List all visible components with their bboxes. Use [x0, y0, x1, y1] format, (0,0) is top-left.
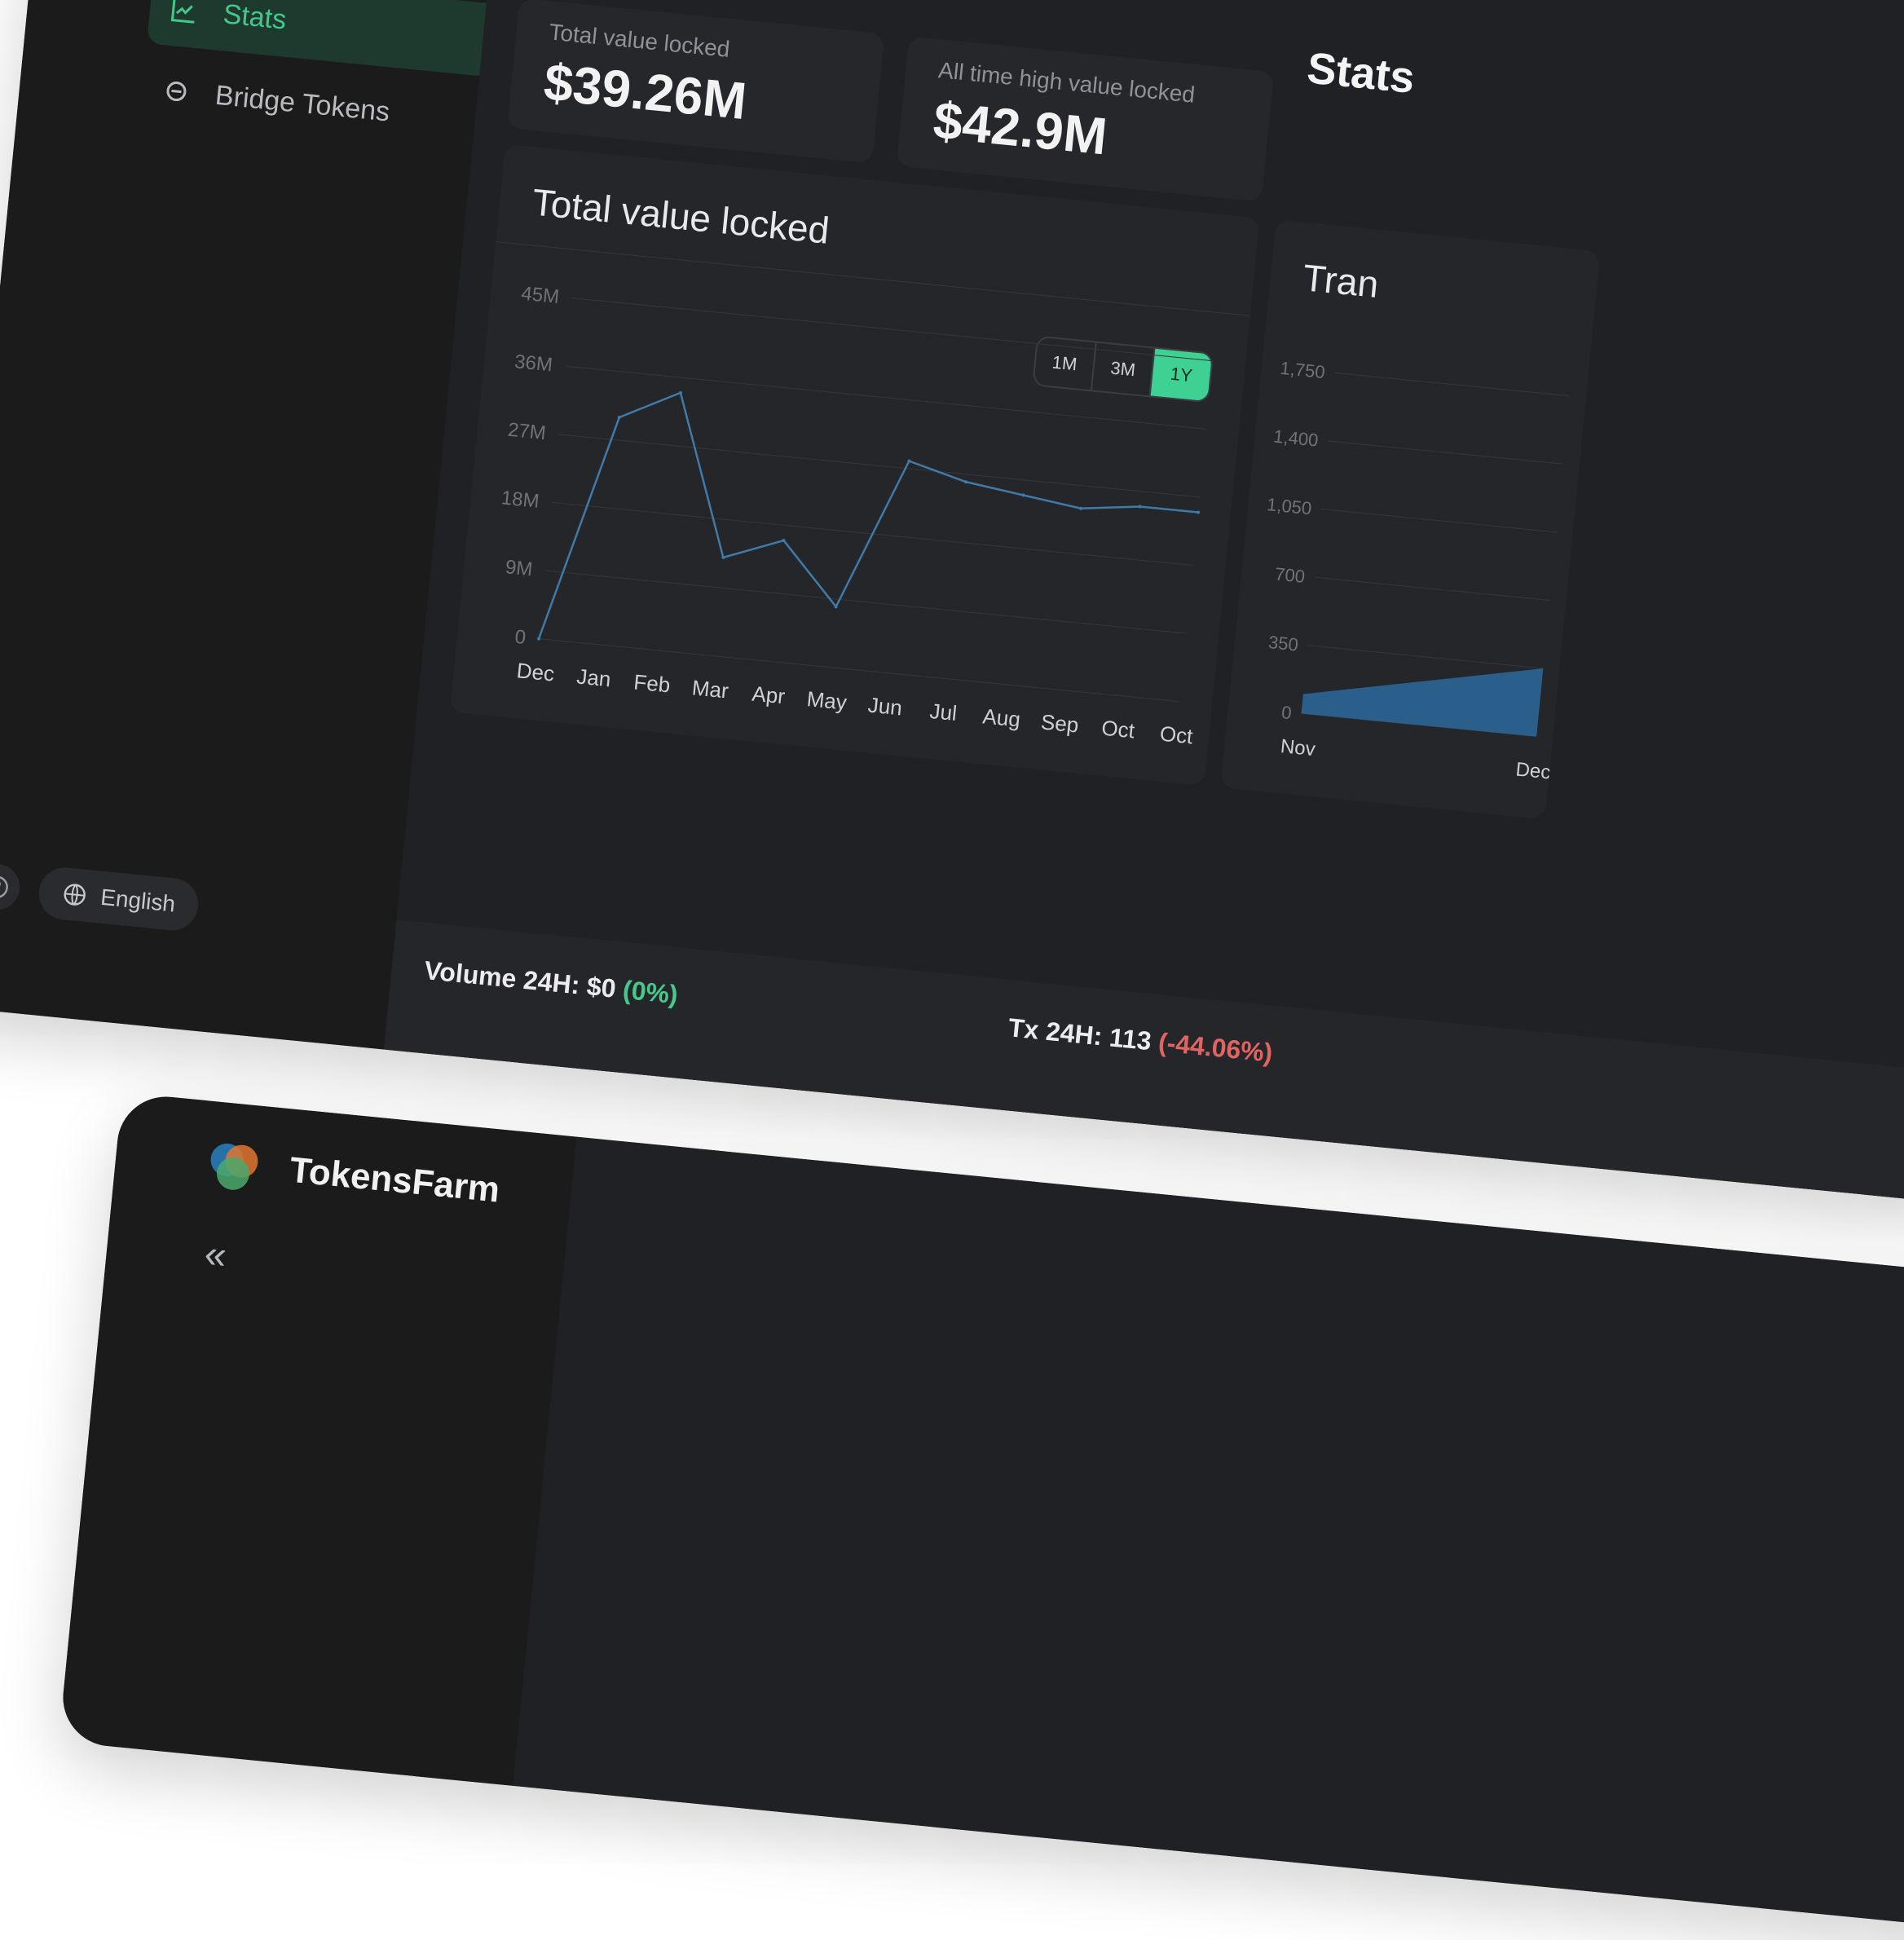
- x-tick-label: Apr: [751, 681, 787, 709]
- y-tick-label: 18M: [500, 487, 540, 512]
- bridge-icon: [166, 82, 187, 102]
- volume-change: (0%): [621, 974, 680, 1010]
- tx-label: Tx 24H: 113: [1007, 1012, 1153, 1056]
- y-tick-label: 1,050: [1266, 494, 1312, 518]
- grid-line: [545, 570, 1187, 634]
- x-tick-label: Mar: [691, 675, 730, 703]
- y-tick-label: 700: [1274, 563, 1306, 586]
- volume-label: Volume 24H: $0: [422, 955, 618, 1003]
- sidebar-footer: English: [0, 859, 201, 933]
- tx-change: (-44.06%): [1157, 1027, 1274, 1068]
- y-tick-label: 0: [513, 626, 527, 649]
- main-content: Total value locked $39.26M All time high…: [383, 0, 1904, 1204]
- device-screen-secondary: TokensFarm «: [58, 1092, 1904, 1940]
- x-tick-label: Dec: [516, 658, 556, 686]
- page-title: Stats: [1304, 43, 1417, 104]
- double-chevron-left-icon: «: [202, 1232, 229, 1278]
- chart-title: Total value locked: [530, 180, 831, 252]
- chart-line-icon: [170, 0, 195, 24]
- grid-line: [571, 298, 1214, 362]
- chart-title: Tran: [1301, 256, 1381, 306]
- collapse-sidebar-button[interactable]: «: [202, 1232, 229, 1278]
- tx-24h: Tx 24H: 113 (-44.06%): [1007, 1012, 1274, 1069]
- tx-series-area: [1301, 668, 1544, 737]
- grid-line: [558, 434, 1200, 498]
- y-tick-label: 36M: [513, 351, 553, 376]
- grid-line: [1314, 576, 1550, 601]
- x-tick-label: Dec: [1514, 758, 1551, 783]
- x-tick-label: Sep: [1040, 709, 1080, 737]
- x-tick-label: Oct: [1159, 721, 1195, 749]
- language-label: English: [99, 884, 177, 917]
- grid-line: [1321, 509, 1557, 533]
- y-tick-label: 350: [1267, 632, 1299, 655]
- x-tick-label: Feb: [632, 669, 672, 697]
- x-tick-label: Oct: [1100, 716, 1136, 743]
- grid-line: [1307, 645, 1544, 669]
- question-icon: [0, 875, 8, 898]
- tx-area-chart: 0 350 700 1,050 1,400 1,750 Nov Dec: [1266, 358, 1571, 783]
- brand: TokensFarm: [203, 1134, 502, 1219]
- main-content: [513, 1136, 1904, 1940]
- y-tick-label: 45M: [520, 283, 560, 308]
- tvl-point: [1197, 510, 1201, 514]
- stat-value: $39.26M: [541, 52, 750, 131]
- sidebar-item-label: Bridge Tokens: [214, 79, 391, 128]
- device-screen: Stats Bridge Tokens English Total value …: [0, 0, 1904, 1204]
- logo-icon: [210, 1143, 258, 1190]
- stat-value: $42.9M: [930, 90, 1110, 166]
- tvl-chart-card: Total value locked 1M 3M 1Y 0 9M 18M 27M 36M…: [449, 143, 1260, 787]
- x-tick-label: Nov: [1280, 735, 1316, 761]
- stat-card-ath: All time high value locked $42.9M: [896, 36, 1275, 202]
- y-tick-label: 9M: [505, 556, 534, 580]
- x-tick-label: Jun: [867, 693, 904, 721]
- sidebar-item-label: Stats: [222, 0, 288, 36]
- x-tick-label: Aug: [981, 703, 1021, 731]
- tvl-line-chart: 0 9M 18M 27M 36M 45M Dec Jan Feb Mar Apr May Jun Jul A…: [500, 283, 1214, 749]
- x-tick-label: Jul: [928, 699, 958, 725]
- language-selector[interactable]: English: [36, 865, 201, 933]
- tvl-series-line: [537, 391, 1199, 640]
- y-tick-label: 0: [1280, 702, 1293, 723]
- tokensfarm-logo: [203, 1134, 265, 1196]
- brand-name: TokensFarm: [288, 1149, 502, 1210]
- y-tick-label: 27M: [507, 419, 547, 444]
- y-tick-label: 1,750: [1280, 358, 1326, 382]
- grid-line: [1328, 440, 1563, 465]
- globe-icon: [64, 884, 86, 906]
- tx-chart-card: Tran 0 350 700 1,050 1,400 1,750 Nov Dec: [1220, 219, 1601, 820]
- y-tick-label: 1,400: [1272, 425, 1319, 450]
- x-tick-label: May: [805, 686, 848, 715]
- help-button[interactable]: [0, 862, 22, 912]
- tvl-point: [1138, 505, 1142, 509]
- grid-line: [1334, 372, 1571, 397]
- stat-card-tvl: Total value locked $39.26M: [507, 0, 885, 164]
- grid-line: [565, 365, 1207, 430]
- sidebar: TokensFarm «: [58, 1092, 578, 1786]
- x-tick-label: Jan: [575, 664, 612, 691]
- volume-24h: Volume 24H: $0 (0%): [422, 955, 680, 1010]
